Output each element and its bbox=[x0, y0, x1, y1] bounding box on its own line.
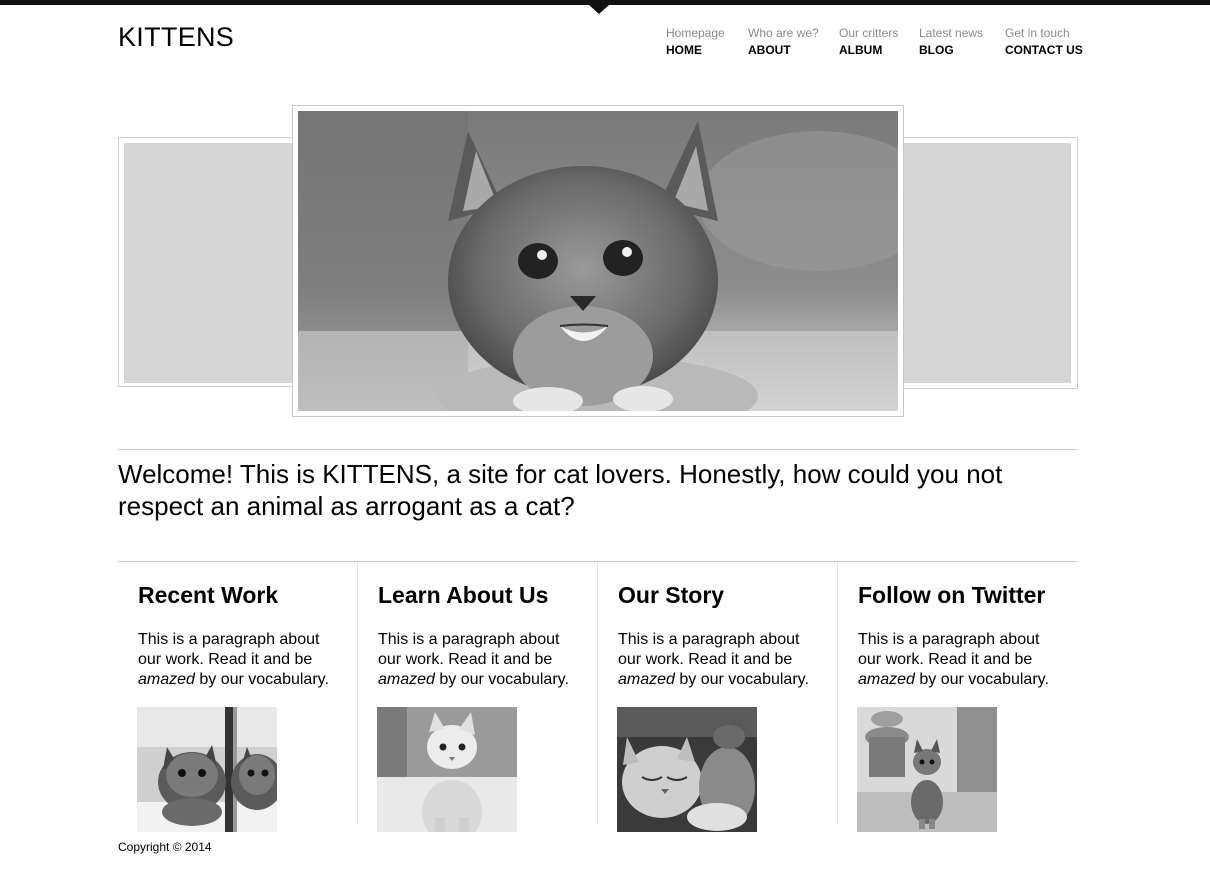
nav-item-label: BLOG bbox=[919, 43, 954, 57]
slider-next-slide[interactable] bbox=[904, 143, 1071, 383]
feature-column-our-story: Our Story This is a paragraph about our … bbox=[598, 562, 838, 832]
nav-item-label: HOME bbox=[666, 43, 702, 57]
column-paragraph: This is a paragraph about our work. Read… bbox=[138, 630, 343, 690]
column-title: Our Story bbox=[618, 582, 725, 608]
paragraph-text: by our vocabulary. bbox=[194, 671, 329, 688]
feature-column-learn-about-us: Learn About Us This is a paragraph about… bbox=[358, 562, 598, 832]
column-title: Follow on Twitter bbox=[858, 582, 1046, 608]
nav-item-subtitle: Get in touch bbox=[1005, 26, 1070, 40]
nav-item-subtitle: Who are we? bbox=[748, 26, 819, 40]
nav-item-subtitle: Our critters bbox=[839, 26, 899, 40]
main-nav: Homepage HOME Who are we? ABOUT Our crit… bbox=[0, 26, 1210, 66]
tabby-kitten-thumbnail[interactable] bbox=[857, 707, 997, 832]
paragraph-text: by our vocabulary. bbox=[674, 671, 809, 688]
nav-item-home[interactable]: Homepage HOME bbox=[666, 26, 725, 58]
nav-item-label: ABOUT bbox=[748, 43, 791, 57]
paragraph-text: This is a paragraph about our work. Read… bbox=[618, 631, 800, 668]
column-title: Recent Work bbox=[138, 582, 279, 608]
divider-top bbox=[118, 449, 1078, 450]
column-paragraph: This is a paragraph about our work. Read… bbox=[618, 630, 823, 690]
top-bar-notch bbox=[589, 5, 609, 14]
paragraph-emphasis: amazed bbox=[138, 671, 195, 688]
paragraph-emphasis: amazed bbox=[858, 671, 915, 688]
column-title: Learn About Us bbox=[378, 582, 549, 608]
nav-item-contact[interactable]: Get in touch CONTACT US bbox=[1005, 26, 1083, 58]
column-paragraph: This is a paragraph about our work. Read… bbox=[378, 630, 583, 690]
paragraph-text: This is a paragraph about our work. Read… bbox=[858, 631, 1040, 668]
nav-item-label: CONTACT US bbox=[1005, 43, 1083, 57]
feature-column-follow-on-twitter: Follow on Twitter This is a paragraph ab… bbox=[838, 562, 1078, 832]
footer-copyright: Copyright © 2014 bbox=[118, 840, 212, 854]
feature-column-recent-work: Recent Work This is a paragraph about ou… bbox=[118, 562, 358, 832]
white-kitten-thumbnail[interactable] bbox=[377, 707, 517, 832]
nav-item-subtitle: Latest news bbox=[919, 26, 984, 40]
paragraph-text: This is a paragraph about our work. Read… bbox=[378, 631, 560, 668]
kitten-mirror-thumbnail[interactable] bbox=[137, 707, 277, 832]
welcome-heading: Welcome! This is KITTENS, a site for cat… bbox=[118, 459, 1003, 521]
paragraph-text: This is a paragraph about our work. Read… bbox=[138, 631, 320, 668]
column-paragraph: This is a paragraph about our work. Read… bbox=[858, 630, 1063, 690]
paragraph-emphasis: amazed bbox=[618, 671, 675, 688]
sleeping-kitten-thumbnail[interactable] bbox=[617, 707, 757, 832]
hero-kitten-image bbox=[298, 111, 898, 411]
nav-item-about[interactable]: Who are we? ABOUT bbox=[748, 26, 819, 58]
nav-item-album[interactable]: Our critters ALBUM bbox=[839, 26, 898, 58]
slider-prev-slide[interactable] bbox=[124, 143, 304, 383]
nav-item-blog[interactable]: Latest news BLOG bbox=[919, 26, 983, 58]
paragraph-emphasis: amazed bbox=[378, 671, 435, 688]
paragraph-text: by our vocabulary. bbox=[914, 671, 1049, 688]
paragraph-text: by our vocabulary. bbox=[434, 671, 569, 688]
nav-item-subtitle: Homepage bbox=[666, 26, 725, 40]
nav-item-label: ALBUM bbox=[839, 43, 883, 57]
